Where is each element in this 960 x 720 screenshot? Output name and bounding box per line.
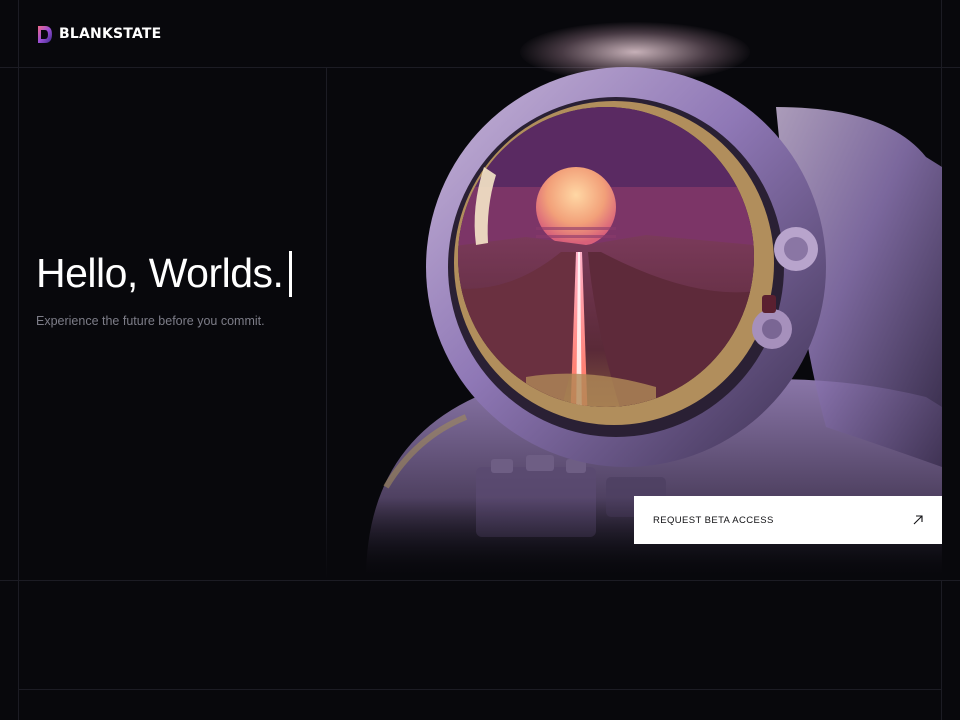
request-beta-access-button[interactable]: REQUEST BETA ACCESS [634,496,942,544]
lower-divider [18,689,942,690]
hero-subtitle: Experience the future before you commit. [36,314,265,328]
site-header: BLANKSTATE [0,0,960,67]
cta-label: REQUEST BETA ACCESS [653,514,774,526]
left-gutter-line [18,0,19,720]
text-cursor [289,250,293,297]
brand-logo[interactable]: BLANKSTATE [36,24,161,44]
landing-page: BLANKSTATE Hello, Worlds. Experience the… [0,0,960,720]
brand-name: BLANKSTATE [59,26,162,42]
hero-title: Hello, Worlds. [36,250,293,297]
hero-bottom-divider [0,580,960,581]
hero-title-text: Hello, Worlds. [36,250,284,296]
blankstate-logo-icon [38,25,52,43]
arrow-up-right-icon [913,515,923,525]
